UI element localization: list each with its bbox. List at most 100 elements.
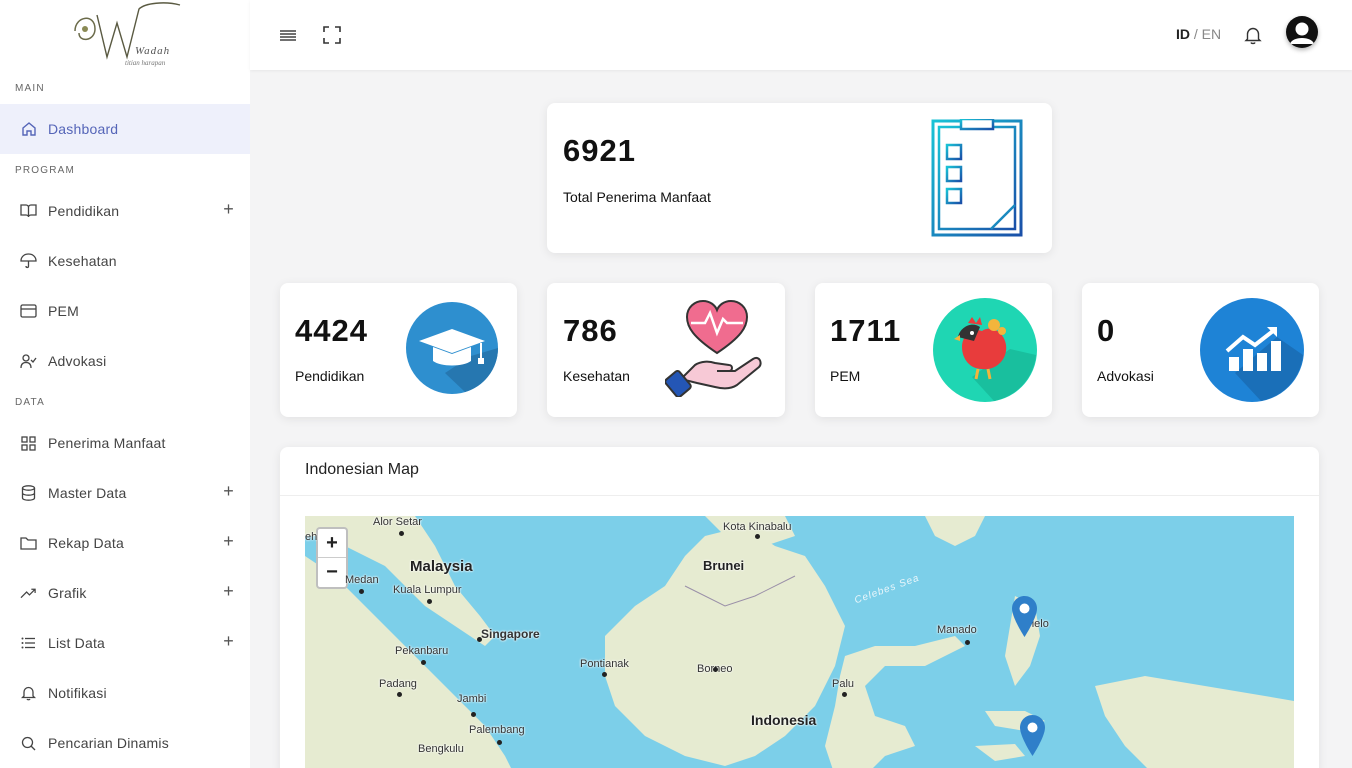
lang-en[interactable]: EN <box>1202 26 1221 42</box>
map-label-kuala-lumpur: Kuala Lumpur <box>393 584 462 596</box>
sidebar-item-pendidikan[interactable]: Pendidikan + <box>0 186 250 236</box>
sidebar-item-kesehatan[interactable]: Kesehatan <box>0 236 250 286</box>
lang-id[interactable]: ID <box>1176 26 1190 42</box>
kesehatan-value: 786 <box>563 313 618 348</box>
brand-logo[interactable]: Wadah titian harapan <box>0 0 250 72</box>
sidebar-item-label: Pencarian Dinamis <box>48 735 169 751</box>
map-label-jambi: Jambi <box>457 693 487 705</box>
total-value: 6921 <box>563 133 636 168</box>
sidebar-item-notifikasi[interactable]: Notifikasi <box>0 668 250 718</box>
user-avatar[interactable] <box>1286 16 1318 48</box>
section-title-main: MAIN <box>15 82 45 94</box>
city-dot <box>477 637 482 642</box>
city-dot <box>755 534 760 539</box>
map-label-malaysia: Malaysia <box>410 558 473 575</box>
city-dot <box>427 599 432 604</box>
city-dot <box>602 672 607 677</box>
map-label-edge: eh <box>305 531 318 543</box>
logo-subtitle: titian harapan <box>125 59 166 67</box>
notification-bell-icon[interactable] <box>1243 25 1263 50</box>
expand-plus-icon[interactable]: + <box>223 481 234 502</box>
trending-up-icon <box>20 585 37 602</box>
language-switcher[interactable]: ID / EN <box>1176 26 1221 42</box>
book-icon <box>20 203 37 220</box>
clipboard-icon <box>931 117 1023 242</box>
map-label-palembang: Palembang <box>469 724 525 736</box>
city-dot <box>359 589 364 594</box>
sidebar-item-label: Dashboard <box>48 121 119 137</box>
city-dot <box>397 692 402 697</box>
logo-text: Wadah <box>135 45 171 57</box>
city-dot <box>497 740 502 745</box>
grid-icon <box>20 435 37 452</box>
map-label-brunei: Brunei <box>703 558 745 573</box>
sidebar-item-label: Kesehatan <box>48 253 117 269</box>
sidebar-item-rekap-data[interactable]: Rekap Data + <box>0 518 250 568</box>
advokasi-label: Advokasi <box>1097 368 1154 384</box>
sidebar-item-advokasi[interactable]: Advokasi <box>0 336 250 386</box>
total-beneficiaries-card[interactable]: 6921 Total Penerima Manfaat <box>547 103 1052 253</box>
city-dot <box>842 692 847 697</box>
sidebar-item-master-data[interactable]: Master Data + <box>0 468 250 518</box>
kesehatan-card[interactable]: 786 Kesehatan <box>547 283 785 417</box>
menu-toggle-icon[interactable] <box>278 25 298 45</box>
map-marker-pin-icon[interactable] <box>1020 715 1045 761</box>
lang-separator: / <box>1190 26 1202 42</box>
expand-plus-icon[interactable]: + <box>223 581 234 602</box>
city-dot <box>965 640 970 645</box>
home-icon <box>20 121 37 138</box>
map-land <box>305 516 1294 768</box>
fullscreen-icon[interactable] <box>322 25 342 45</box>
pendidikan-value: 4424 <box>295 313 368 348</box>
map-label-bengkulu: Bengkulu <box>418 743 464 755</box>
section-title-program: PROGRAM <box>15 164 76 176</box>
city-dot <box>399 531 404 536</box>
divider <box>280 495 1319 496</box>
map-marker-pin-icon[interactable] <box>1012 596 1037 642</box>
zoom-out-button[interactable]: − <box>318 558 346 587</box>
map-label-alor-setar: Alor Setar <box>373 516 422 528</box>
sidebar-item-pencarian-dinamis[interactable]: Pencarian Dinamis <box>0 718 250 768</box>
map-label-padang: Padang <box>379 678 417 690</box>
indonesian-map-panel: Indonesian Map + − eh Alor Setar Kota Ki… <box>280 447 1319 768</box>
chicken-icon <box>932 297 1038 408</box>
expand-plus-icon[interactable]: + <box>223 531 234 552</box>
user-check-icon <box>20 353 37 370</box>
map-label-kota-kinabalu: Kota Kinabalu <box>723 521 792 533</box>
zoom-in-button[interactable]: + <box>318 529 346 558</box>
database-icon <box>20 485 37 502</box>
sidebar-item-grafik[interactable]: Grafik + <box>0 568 250 618</box>
sidebar-item-penerima-manfaat[interactable]: Penerima Manfaat <box>0 418 250 468</box>
topbar: ID / EN <box>250 0 1352 70</box>
pem-label: PEM <box>830 368 861 384</box>
pem-card[interactable]: 1711 PEM <box>815 283 1052 417</box>
map-label-singapore: Singapore <box>481 627 540 641</box>
map-label-pekanbaru: Pekanbaru <box>395 645 449 657</box>
folder-icon <box>20 535 37 552</box>
sidebar-item-list-data[interactable]: List Data + <box>0 618 250 668</box>
map-label-pontianak: Pontianak <box>580 658 629 670</box>
sidebar-item-pem[interactable]: PEM <box>0 286 250 336</box>
sidebar-item-label: Advokasi <box>48 353 107 369</box>
search-icon <box>20 735 37 752</box>
map-label-manado: Manado <box>937 624 977 636</box>
expand-plus-icon[interactable]: + <box>223 199 234 220</box>
sidebar-item-label: Rekap Data <box>48 535 124 551</box>
total-label: Total Penerima Manfaat <box>563 189 711 205</box>
pendidikan-card[interactable]: 4424 Pendidikan <box>280 283 517 417</box>
map-title: Indonesian Map <box>305 461 419 478</box>
kesehatan-label: Kesehatan <box>563 368 630 384</box>
map-label-indonesia: Indonesia <box>751 712 817 728</box>
map-canvas[interactable]: + − eh Alor Setar Kota Kinabalu Malaysia… <box>305 516 1294 768</box>
sidebar-item-label: Master Data <box>48 485 127 501</box>
heart-hand-icon <box>664 297 769 402</box>
sidebar-item-dashboard[interactable]: Dashboard <box>0 104 250 154</box>
expand-plus-icon[interactable]: + <box>223 631 234 652</box>
advokasi-card[interactable]: 0 Advokasi <box>1082 283 1319 417</box>
sidebar-item-label: List Data <box>48 635 106 651</box>
umbrella-icon <box>20 253 37 270</box>
pendidikan-label: Pendidikan <box>295 368 365 384</box>
list-icon <box>20 635 37 652</box>
growth-chart-icon <box>1199 297 1305 408</box>
city-dot <box>421 660 426 665</box>
